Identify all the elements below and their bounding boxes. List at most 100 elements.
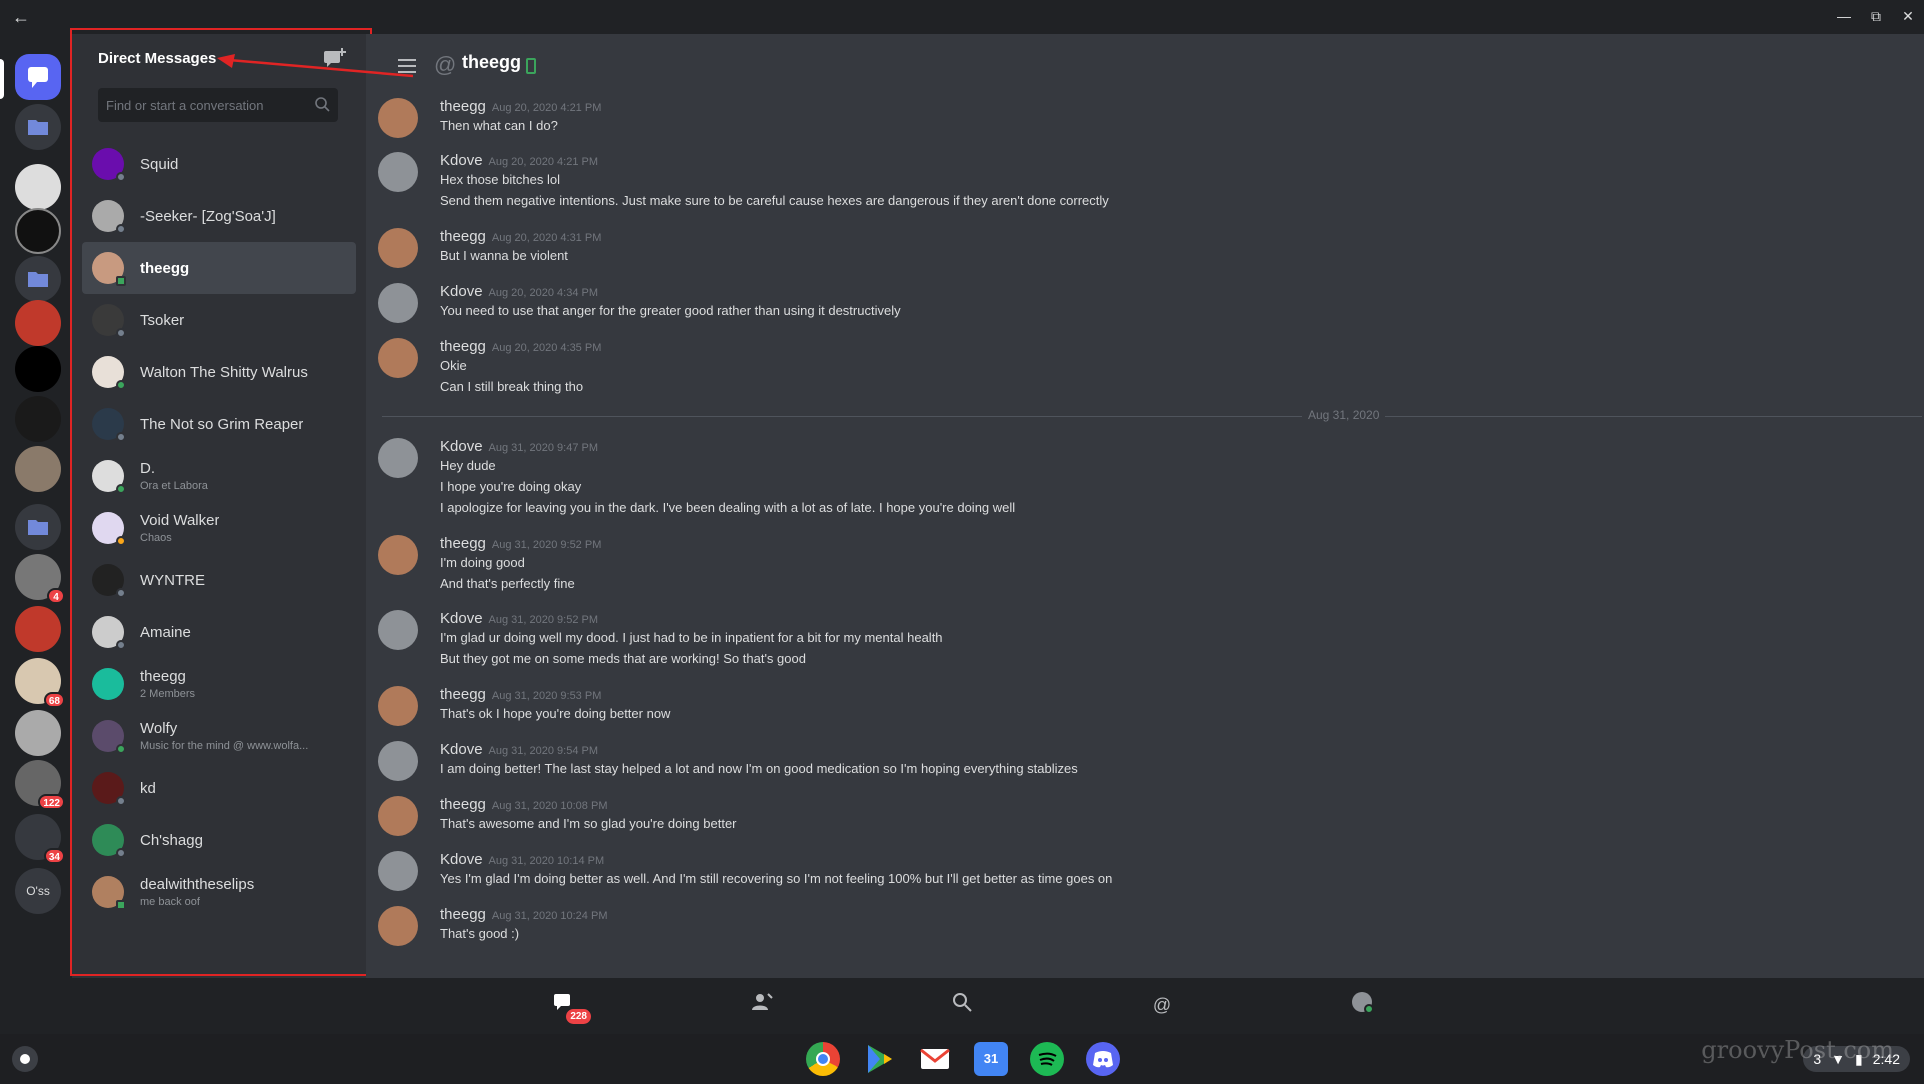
dm-name: Wolfy	[140, 720, 178, 737]
dm-list: Squid -Seeker- [Zog'Soa'J] theegg Tsoker…	[82, 138, 356, 918]
server-icon[interactable]	[15, 164, 61, 210]
chrome-icon[interactable]	[806, 1042, 840, 1076]
dm-home-icon[interactable]	[15, 54, 61, 100]
mobile-status-indicator	[116, 276, 126, 286]
message-author[interactable]: Kdove	[440, 438, 483, 455]
folder-icon[interactable]	[15, 104, 61, 150]
message-timestamp: Aug 31, 2020 10:24 PM	[491, 910, 608, 922]
message-author[interactable]: theegg	[440, 796, 486, 813]
avatar	[378, 535, 418, 575]
message-author[interactable]: theegg	[440, 338, 486, 355]
dm-item[interactable]: Amaine	[82, 606, 356, 658]
status-indicator	[116, 484, 126, 494]
menu-icon[interactable]	[396, 56, 418, 76]
server-icon[interactable]	[15, 710, 61, 756]
dm-item[interactable]: The Not so Grim Reaper	[82, 398, 356, 450]
server-icon[interactable]: 68	[15, 658, 65, 708]
avatar	[92, 200, 126, 234]
discord-icon[interactable]	[1086, 1042, 1120, 1076]
avatar	[92, 252, 126, 286]
dm-name: -Seeker- [Zog'Soa'J]	[140, 207, 276, 225]
message-author[interactable]: theegg	[440, 98, 486, 115]
avatar	[378, 610, 418, 650]
folder-icon[interactable]	[15, 504, 61, 550]
dm-search-box	[98, 88, 338, 122]
message-author[interactable]: theegg	[440, 535, 486, 552]
message-author[interactable]: theegg	[440, 228, 486, 245]
message-timestamp: Aug 20, 2020 4:31 PM	[491, 232, 602, 244]
at-icon: @	[434, 52, 457, 77]
calendar-icon[interactable]: 31	[974, 1042, 1008, 1076]
dm-name: Void Walker	[140, 512, 220, 529]
server-icon[interactable]: O'ss	[15, 868, 61, 914]
message-author[interactable]: Kdove	[440, 851, 483, 868]
dm-search-input[interactable]	[98, 88, 338, 122]
server-icon[interactable]	[15, 446, 61, 492]
dm-item[interactable]: D. Ora et Labora	[82, 450, 356, 502]
profile-icon[interactable]	[1347, 990, 1377, 1020]
dm-name: theegg	[140, 259, 190, 277]
message-author[interactable]: Kdove	[440, 741, 483, 758]
status-indicator	[116, 172, 126, 182]
message-timestamp: Aug 31, 2020 9:53 PM	[491, 690, 602, 702]
dm-name: Amaine	[140, 623, 191, 641]
message-author[interactable]: theegg	[440, 686, 486, 703]
back-arrow-icon[interactable]: ←	[10, 6, 32, 28]
message-author[interactable]: theegg	[440, 906, 486, 923]
dm-item[interactable]: -Seeker- [Zog'Soa'J]	[82, 190, 356, 242]
message-text: I'm doing good	[440, 555, 525, 570]
search-icon[interactable]	[947, 990, 977, 1020]
message-text: That's ok I hope you're doing better now	[440, 706, 671, 721]
server-icon[interactable]: 122	[15, 760, 65, 810]
mobile-icon	[526, 58, 536, 74]
status-indicator	[116, 224, 126, 234]
mentions-icon[interactable]: @	[1147, 990, 1177, 1020]
message-text: Then what can I do?	[440, 118, 558, 133]
message-timestamp: Aug 20, 2020 4:21 PM	[488, 156, 599, 168]
folder-icon[interactable]: 34	[15, 814, 65, 864]
dm-name: Squid	[140, 155, 179, 173]
dm-status-text: 2 Members	[140, 688, 196, 700]
dm-item-selected[interactable]: theegg	[82, 242, 356, 294]
home-icon[interactable]: 228	[547, 990, 591, 1024]
message-author[interactable]: Kdove	[440, 152, 483, 169]
dm-item[interactable]: WYNTRE	[82, 554, 356, 606]
mobile-status-indicator	[116, 900, 126, 910]
dm-item[interactable]: Wolfy Music for the mind @ www.wolfa...	[82, 710, 356, 762]
message-author[interactable]: Kdove	[440, 610, 483, 627]
dm-panel: Direct Messages Squid -Seeker- [Zog'Soa'…	[72, 34, 366, 978]
server-icon[interactable]	[15, 300, 61, 346]
dm-item[interactable]: Ch'shagg	[82, 814, 356, 866]
message-text: Can I still break thing tho	[440, 379, 584, 394]
dm-item[interactable]: dealwiththeselips me back oof	[82, 866, 356, 918]
avatar	[92, 564, 126, 598]
launcher-icon[interactable]	[12, 1046, 38, 1072]
message-text: Yes I'm glad I'm doing better as well. A…	[440, 871, 1113, 886]
friends-icon[interactable]	[747, 990, 777, 1020]
dm-item[interactable]: Void Walker Chaos	[82, 502, 356, 554]
dm-item[interactable]: Squid	[82, 138, 356, 190]
server-icon[interactable]	[15, 396, 61, 442]
window-titlebar: ← — ⧉ ✕	[0, 0, 1924, 34]
new-group-dm-icon[interactable]	[322, 46, 348, 68]
minimize-icon[interactable]: —	[1834, 4, 1854, 28]
gmail-icon[interactable]	[918, 1042, 952, 1076]
server-icon[interactable]	[15, 346, 61, 392]
unread-badge: 228	[566, 1009, 591, 1024]
avatar	[378, 438, 418, 478]
dm-item[interactable]: kd	[82, 762, 356, 814]
restore-icon[interactable]: ⧉	[1866, 4, 1886, 28]
dm-item[interactable]: Walton The Shitty Walrus	[82, 346, 356, 398]
dm-item[interactable]: theegg 2 Members	[82, 658, 356, 710]
server-icon[interactable]	[15, 208, 61, 254]
close-icon[interactable]: ✕	[1898, 4, 1918, 28]
server-icon[interactable]: 4	[15, 554, 65, 604]
server-icon[interactable]	[15, 606, 61, 652]
message-author[interactable]: Kdove	[440, 283, 483, 300]
dm-item[interactable]: Tsoker	[82, 294, 356, 346]
mention-badge: 34	[43, 848, 65, 864]
folder-icon[interactable]	[15, 256, 61, 302]
mention-badge: 4	[47, 588, 65, 604]
spotify-icon[interactable]	[1030, 1042, 1064, 1076]
play-store-icon[interactable]	[862, 1042, 896, 1076]
